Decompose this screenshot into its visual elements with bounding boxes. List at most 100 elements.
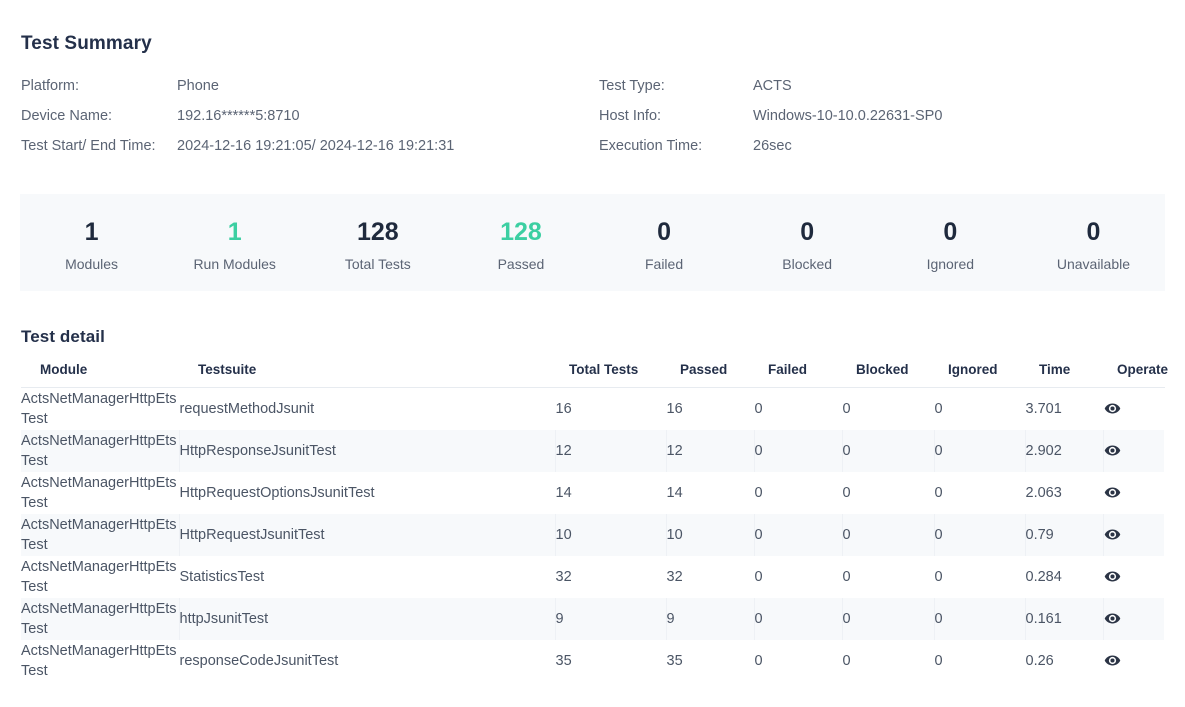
- eye-icon[interactable]: [1104, 526, 1121, 543]
- column-header-blocked[interactable]: Blocked: [842, 362, 934, 388]
- cell-module: ActsNetManagerHttpEtsTest: [21, 471, 179, 514]
- table-row[interactable]: ActsNetManagerHttpEtsTest HttpRequestOpti…: [21, 471, 1164, 514]
- cell-operate[interactable]: [1103, 555, 1164, 598]
- column-header-operate[interactable]: Operate: [1103, 362, 1168, 388]
- cell-testsuite: HttpRequestOptionsJsunitTest: [179, 471, 555, 514]
- column-header-failed[interactable]: Failed: [754, 362, 842, 388]
- cell-time: 0.161: [1025, 597, 1104, 640]
- cell-operate[interactable]: [1103, 429, 1164, 472]
- cell-ignored: 0: [934, 429, 1026, 472]
- cell-failed: 0: [754, 639, 842, 682]
- cell-blocked: 0: [842, 429, 935, 472]
- column-header-testsuite[interactable]: Testsuite: [179, 362, 555, 388]
- column-header-passed[interactable]: Passed: [666, 362, 754, 388]
- cell-module: ActsNetManagerHttpEtsTest: [21, 387, 179, 430]
- meta-label: Test Start/ End Time:: [21, 138, 156, 154]
- cell-ignored: 0: [934, 387, 1025, 430]
- stat-label: Run Modules: [193, 255, 276, 272]
- stat-label: Failed: [644, 255, 684, 272]
- table-row[interactable]: ActsNetManagerHttpEtsTest responseCodeJsu…: [21, 639, 1164, 682]
- table-header: Module Testsuite Total Tests Passed Failed Bl…: [21, 362, 1168, 388]
- cell-time: 0.79: [1025, 513, 1104, 556]
- cell-total: 32: [555, 555, 666, 598]
- meta-value: 26sec: [753, 138, 792, 154]
- cell-blocked: 0: [842, 513, 935, 556]
- stat-value: 0: [943, 218, 958, 247]
- stat-run-modules: 1 Run Modules: [163, 213, 306, 271]
- cell-passed: 32: [666, 555, 754, 598]
- stat-label: Unavailable: [1056, 255, 1131, 272]
- stat-value: 1: [227, 218, 242, 247]
- cell-blocked: 0: [842, 555, 934, 598]
- cell-operate[interactable]: [1103, 387, 1164, 430]
- stat-ignored: 0 Ignored: [879, 213, 1022, 271]
- cell-failed: 0: [754, 555, 842, 598]
- table-body: ActsNetManagerHttpEtsTest requestMethodJs…: [21, 387, 1164, 682]
- cell-testsuite: HttpRequestJsunitTest: [179, 513, 556, 556]
- stat-value: 0: [657, 218, 672, 247]
- meta-value: ACTS: [753, 78, 792, 94]
- cell-ignored: 0: [934, 639, 1025, 682]
- table-row[interactable]: ActsNetManagerHttpEtsTest HttpResponseJsu…: [21, 429, 1164, 472]
- cell-time: 3.701: [1025, 387, 1103, 430]
- meta-label: Host Info:: [599, 108, 662, 124]
- cell-module: ActsNetManagerHttpEtsTest: [21, 597, 180, 640]
- cell-total: 16: [555, 387, 666, 430]
- stat-label: Total Tests: [344, 255, 411, 272]
- table-header-row: Module Testsuite Total Tests Passed Failed Bl…: [21, 362, 1168, 388]
- table-row[interactable]: ActsNetManagerHttpEtsTest StatisticsTest 3…: [21, 555, 1164, 598]
- meta-value: Phone: [177, 78, 219, 94]
- summary-meta-grid: Platform: Phone Test Type: ACTS Device Name:…: [21, 78, 1164, 154]
- column-header-time[interactable]: Time: [1025, 362, 1103, 388]
- stat-value: 0: [1086, 218, 1101, 247]
- meta-label: Platform:: [21, 78, 80, 94]
- cell-total: 9: [555, 597, 667, 640]
- cell-passed: 12: [666, 429, 755, 472]
- eye-icon[interactable]: [1104, 400, 1121, 417]
- eye-icon[interactable]: [1104, 442, 1121, 459]
- test-detail-table-wrap: Module Testsuite Total Tests Passed Failed Bl…: [21, 362, 1168, 682]
- cell-passed: 35: [666, 639, 754, 682]
- cell-testsuite: responseCodeJsunitTest: [179, 639, 555, 682]
- meta-value: 192.16******5:8710: [177, 108, 300, 124]
- cell-operate[interactable]: [1103, 597, 1164, 640]
- cell-total: 35: [555, 639, 666, 682]
- meta-value: 2024-12-16 19:21:05/ 2024-12-16 19:21:31: [177, 138, 455, 154]
- cell-operate[interactable]: [1103, 639, 1164, 682]
- stat-label: Passed: [497, 255, 545, 272]
- stat-label: Ignored: [926, 255, 975, 272]
- cell-module: ActsNetManagerHttpEtsTest: [21, 639, 179, 682]
- stat-label: Modules: [65, 255, 119, 272]
- cell-operate[interactable]: [1103, 471, 1164, 514]
- column-header-module[interactable]: Module: [21, 362, 179, 388]
- table-row[interactable]: ActsNetManagerHttpEtsTest httpJsunitTest 9…: [21, 597, 1164, 640]
- cell-failed: 0: [754, 513, 843, 556]
- column-header-ignored[interactable]: Ignored: [934, 362, 1025, 388]
- test-report-page: Test Summary Platform: Phone Test Type: ACT…: [0, 0, 1185, 707]
- cell-ignored: 0: [934, 597, 1026, 640]
- cell-total: 14: [555, 471, 666, 514]
- eye-icon[interactable]: [1104, 484, 1121, 501]
- eye-icon[interactable]: [1104, 652, 1121, 669]
- table-row[interactable]: ActsNetManagerHttpEtsTest requestMethodJs…: [21, 387, 1164, 430]
- stat-label: Blocked: [782, 255, 833, 272]
- stat-value: 128: [356, 218, 399, 247]
- cell-time: 0.284: [1025, 555, 1103, 598]
- eye-icon[interactable]: [1104, 568, 1121, 585]
- cell-total: 10: [555, 513, 667, 556]
- column-header-total-tests[interactable]: Total Tests: [555, 362, 666, 388]
- cell-failed: 0: [754, 597, 843, 640]
- cell-passed: 16: [666, 387, 754, 430]
- table-row[interactable]: ActsNetManagerHttpEtsTest HttpRequestJsun…: [21, 513, 1164, 556]
- stat-failed: 0 Failed: [593, 213, 736, 271]
- cell-operate[interactable]: [1103, 513, 1164, 556]
- cell-time: 2.063: [1025, 471, 1103, 514]
- cell-failed: 0: [754, 429, 843, 472]
- stat-value: 0: [800, 218, 815, 247]
- meta-value: Windows-10-10.0.22631-SP0: [753, 108, 943, 124]
- summary-stats-bar: 1 Modules 1 Run Modules 128 Total Tests 128 Pas…: [20, 194, 1165, 291]
- stat-value: 128: [500, 218, 542, 247]
- cell-testsuite: HttpResponseJsunitTest: [179, 429, 556, 472]
- eye-icon[interactable]: [1104, 610, 1121, 627]
- test-detail-table: Module Testsuite Total Tests Passed Failed Bl…: [21, 362, 1168, 682]
